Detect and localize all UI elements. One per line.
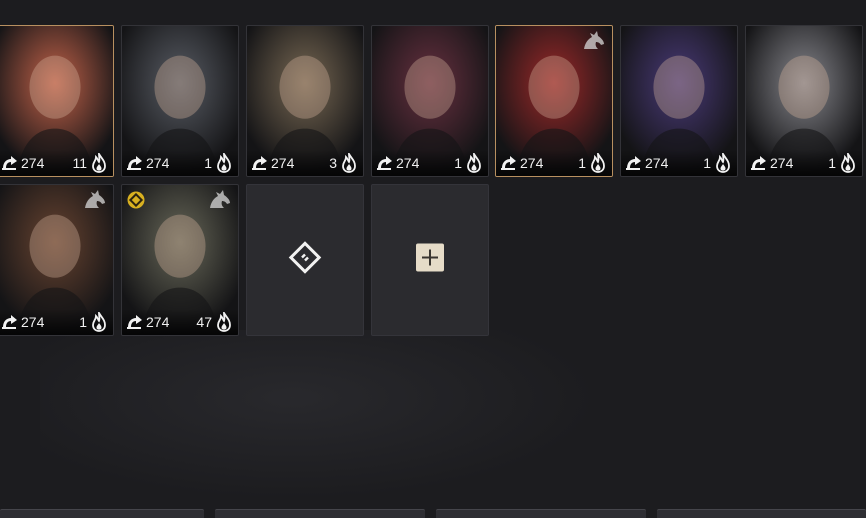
- bottom-tab-4[interactable]: [657, 509, 866, 518]
- character-card[interactable]: 274 1: [0, 184, 114, 336]
- energy-count: 47: [196, 314, 212, 330]
- energy-count: 11: [72, 155, 87, 171]
- shield-arm-icon: [750, 155, 768, 171]
- rotate-diamond-icon: [288, 241, 322, 280]
- flame-icon: [90, 150, 108, 173]
- shield-arm-icon: [251, 155, 269, 171]
- character-level: 274: [645, 155, 669, 171]
- shield-arm-icon: [126, 155, 144, 171]
- energy-count: 1: [703, 155, 711, 171]
- energy-count: 1: [578, 155, 586, 171]
- background-haze: [40, 330, 600, 500]
- plus-icon: [416, 243, 444, 277]
- character-level: 274: [770, 155, 794, 171]
- flame-icon: [215, 150, 233, 173]
- flame-icon: [465, 150, 483, 173]
- flame-icon: [839, 150, 857, 173]
- character-card[interactable]: 274 11: [0, 25, 114, 177]
- bottom-tab-3[interactable]: [436, 509, 646, 518]
- character-card[interactable]: 274 3: [246, 25, 364, 177]
- shield-arm-icon: [376, 155, 394, 171]
- flame-icon: [340, 150, 358, 173]
- flame-icon: [589, 150, 607, 173]
- energy-count: 1: [828, 155, 836, 171]
- shield-arm-icon: [625, 155, 643, 171]
- bottom-tab-2[interactable]: [215, 509, 425, 518]
- character-card[interactable]: 274 1: [121, 25, 239, 177]
- character-level: 274: [396, 155, 420, 171]
- shield-arm-icon: [1, 314, 19, 330]
- gold-diamond-badge-icon: [127, 191, 145, 209]
- character-level: 274: [520, 155, 544, 171]
- horse-icon: [81, 188, 107, 210]
- character-level: 274: [21, 314, 45, 330]
- horse-icon: [206, 188, 232, 210]
- flame-icon: [714, 150, 732, 173]
- energy-count: 1: [454, 155, 462, 171]
- flame-icon: [215, 309, 233, 332]
- special-slot-button[interactable]: [246, 184, 364, 336]
- energy-count: 3: [329, 155, 337, 171]
- energy-count: 1: [79, 314, 87, 330]
- character-level: 274: [21, 155, 45, 171]
- character-level: 274: [271, 155, 295, 171]
- flame-icon: [90, 309, 108, 332]
- character-card[interactable]: 274 1: [745, 25, 863, 177]
- energy-count: 1: [204, 155, 212, 171]
- shield-arm-icon: [1, 155, 19, 171]
- character-card[interactable]: 274 1: [371, 25, 489, 177]
- horse-icon: [580, 29, 606, 51]
- character-card[interactable]: 274 1: [620, 25, 738, 177]
- character-card[interactable]: 274 1: [495, 25, 613, 177]
- add-character-button[interactable]: [371, 184, 489, 336]
- character-level: 274: [146, 314, 170, 330]
- character-card[interactable]: 274 47: [121, 184, 239, 336]
- shield-arm-icon: [500, 155, 518, 171]
- bottom-tab-1[interactable]: [0, 509, 204, 518]
- shield-arm-icon: [126, 314, 144, 330]
- character-level: 274: [146, 155, 170, 171]
